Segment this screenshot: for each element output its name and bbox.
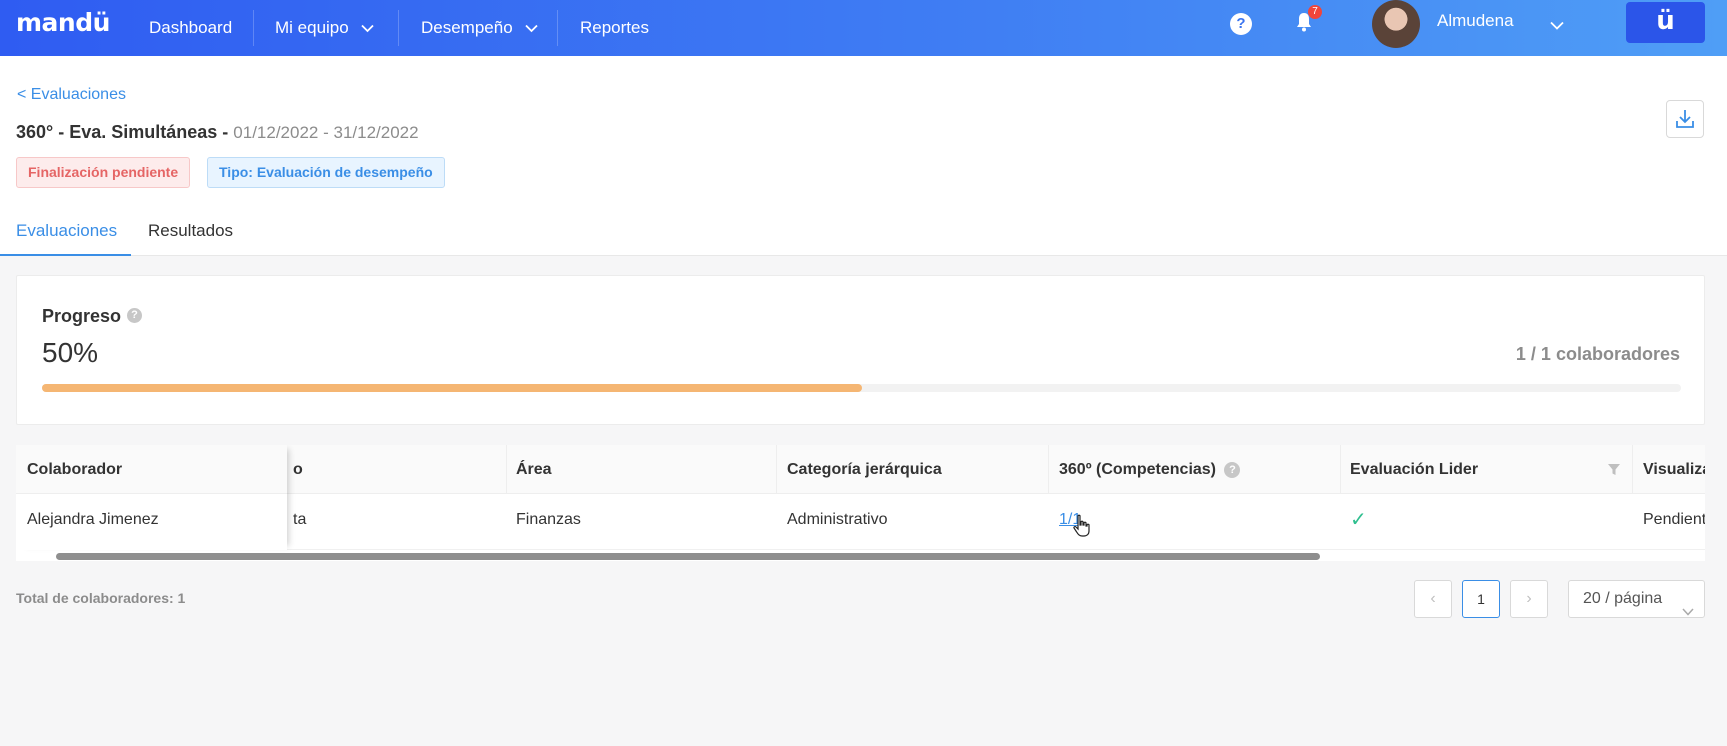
nav-divider xyxy=(398,10,399,46)
table-cell-visualiza: Pendient xyxy=(1643,511,1705,528)
tab-evaluaciones[interactable]: Evaluaciones xyxy=(16,221,117,241)
page-size-select[interactable]: 20 / página xyxy=(1568,580,1705,618)
column-divider xyxy=(776,445,777,494)
brand-app-button[interactable]: ü xyxy=(1626,2,1705,43)
tab-resultados[interactable]: Resultados xyxy=(148,221,233,241)
progress-bar-fill xyxy=(42,384,862,392)
download-icon xyxy=(1676,110,1694,128)
table-cell-colaborador[interactable]: Alejandra Jimenez xyxy=(27,511,159,529)
top-nav-bar: mandü Dashboard Mi equipo Desempeño Repo… xyxy=(0,0,1727,56)
nav-item-label: Desempeño xyxy=(421,18,513,37)
pagination-prev-button[interactable]: ‹ xyxy=(1414,580,1452,618)
table-cell: ta xyxy=(293,511,307,528)
download-button[interactable] xyxy=(1666,100,1704,138)
app-logo[interactable]: mandü xyxy=(16,8,110,37)
user-name[interactable]: Almudena xyxy=(1437,11,1514,31)
page-title: 360° - Eva. Simultáneas - 01/12/2022 - 3… xyxy=(16,122,419,143)
notification-badge: 7 xyxy=(1308,5,1322,19)
page-size-value: 20 / página xyxy=(1583,590,1663,607)
nav-item-desempeno[interactable]: Desempeño xyxy=(421,0,538,56)
table-cell-categoria: Administrativo xyxy=(787,511,888,528)
back-link[interactable]: < Evaluaciones xyxy=(17,86,126,104)
page-header: < Evaluaciones 360° - Eva. Simultáneas -… xyxy=(0,56,1727,256)
total-collaborators: Total de colaboradores: 1 xyxy=(16,590,186,606)
info-icon[interactable]: ? xyxy=(1224,462,1241,478)
progress-bar xyxy=(42,384,1681,392)
check-icon: ✓ xyxy=(1350,509,1367,531)
nav-item-dashboard[interactable]: Dashboard xyxy=(149,0,232,56)
nav-item-mi-equipo[interactable]: Mi equipo xyxy=(275,0,374,56)
status-badge: Finalización pendiente xyxy=(16,157,191,188)
column-header-colaborador[interactable]: Colaborador xyxy=(27,461,122,479)
collaborators-table: o Área Categoría jerárquica 360º (Compet… xyxy=(16,445,1705,561)
hand-cursor-icon xyxy=(1073,514,1091,543)
column-header-visualiza[interactable]: Visualiza xyxy=(1643,461,1705,479)
horizontal-scrollbar[interactable] xyxy=(56,553,1320,560)
column-header-categoria[interactable]: Categoría jerárquica xyxy=(787,461,942,479)
column-divider xyxy=(1340,445,1341,494)
evaluation-dates: 01/12/2022 - 31/12/2022 xyxy=(233,123,419,142)
help-icon[interactable]: ? xyxy=(1230,13,1252,35)
progress-card: Progreso ? 50% 1 / 1 colaboradores xyxy=(16,275,1705,425)
column-divider xyxy=(1048,445,1049,494)
column-divider xyxy=(506,445,507,494)
chevron-down-icon[interactable] xyxy=(1550,17,1564,35)
column-header[interactable]: o xyxy=(293,461,303,479)
fixed-column-colaborador: Colaborador Alejandra Jimenez xyxy=(16,445,287,550)
evaluation-name: 360° - Eva. Simultáneas - xyxy=(16,122,234,142)
tabs-divider xyxy=(0,255,1727,256)
avatar[interactable] xyxy=(1372,0,1420,48)
active-tab-indicator xyxy=(0,254,131,256)
column-header-label: 360º (Competencias) xyxy=(1059,461,1217,478)
pagination-next-button[interactable]: › xyxy=(1510,580,1548,618)
chevron-down-icon xyxy=(1682,594,1694,630)
chevron-down-icon xyxy=(525,18,538,38)
nav-item-reportes[interactable]: Reportes xyxy=(580,0,649,56)
progress-count: 1 / 1 colaboradores xyxy=(1515,344,1680,364)
column-header-colaborador-bg: Colaborador xyxy=(16,445,287,494)
nav-divider xyxy=(253,10,254,46)
filter-icon[interactable] xyxy=(1607,463,1621,481)
type-badge: Tipo: Evaluación de desempeño xyxy=(207,157,445,188)
progress-label: Progreso xyxy=(42,306,122,326)
column-divider xyxy=(1632,445,1633,494)
table-cell-area: Finanzas xyxy=(516,511,581,528)
info-icon[interactable]: ? xyxy=(127,308,142,323)
nav-item-label: Mi equipo xyxy=(275,18,349,37)
column-header-area[interactable]: Área xyxy=(516,461,552,479)
column-header-competencias[interactable]: 360º (Competencias) ? xyxy=(1059,461,1241,479)
column-header-evaluacion-lider[interactable]: Evaluación Lider xyxy=(1350,461,1478,479)
progress-percent: 50% xyxy=(42,337,99,368)
nav-divider xyxy=(557,10,558,46)
chevron-down-icon xyxy=(361,18,374,38)
pagination-page-1[interactable]: 1 xyxy=(1462,580,1500,618)
